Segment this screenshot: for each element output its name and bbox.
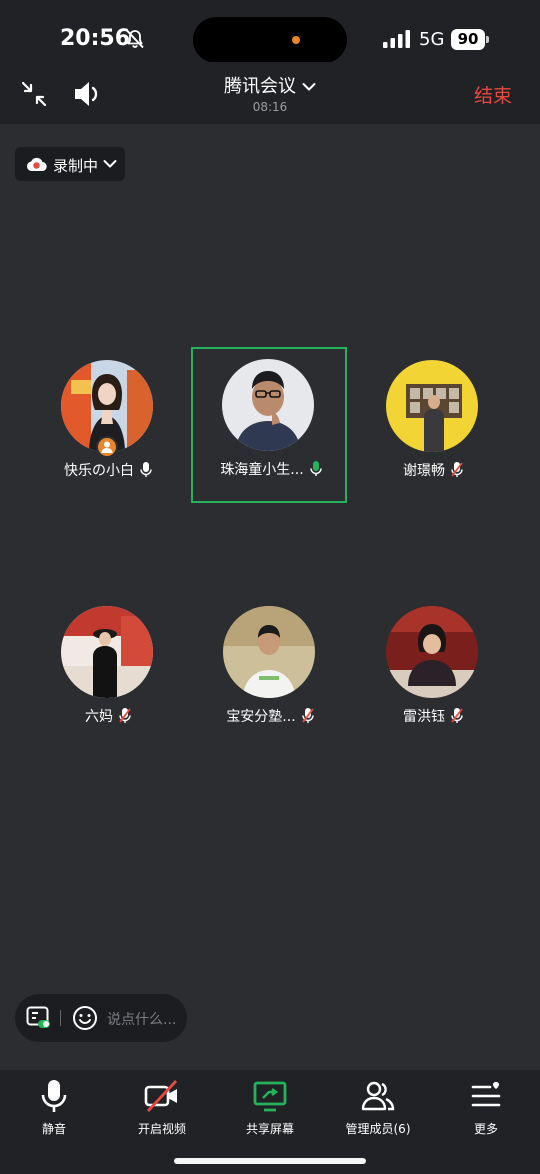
meeting-title-dropdown[interactable]: 腾讯会议 (0, 72, 540, 98)
participant-name-row: 雷洪钰 (355, 706, 511, 726)
manage-members-button[interactable]: 管理成员(6) (324, 1078, 432, 1148)
share-screen-label: 共享屏幕 (245, 1122, 294, 1136)
mute-label: 静音 (41, 1122, 66, 1136)
home-indicator[interactable] (174, 1158, 366, 1164)
participant-name-row: 珠海童小生... (193, 459, 349, 479)
share-screen-button[interactable]: 共享屏幕 (216, 1078, 324, 1148)
microphone-muted-icon (451, 708, 463, 723)
avatar (223, 606, 315, 698)
participant-name-row: 谢璟畅 (355, 460, 511, 480)
network-type: 5G (419, 29, 445, 50)
start-video-button[interactable]: 开启视频 (108, 1078, 216, 1148)
participant-name-row: 六妈 (30, 706, 186, 726)
mute-button[interactable]: 静音 (0, 1078, 108, 1148)
cloud-record-icon (26, 157, 47, 172)
share-screen-icon (253, 1081, 287, 1112)
microphone-muted-icon (119, 708, 131, 723)
participant-name: 谢璟畅 (403, 463, 445, 479)
chevron-down-icon (302, 83, 316, 91)
recording-dropdown[interactable]: 录制中 (15, 147, 125, 181)
battery-level: 90 (451, 29, 485, 50)
microphone-muted-icon (451, 462, 463, 477)
meeting-title: 腾讯会议 (224, 76, 296, 97)
status-bar: 20:56 5G 90 (0, 0, 540, 63)
bell-muted-icon (126, 29, 144, 49)
recording-label: 录制中 (53, 157, 99, 175)
participant-name: 雷洪钰 (403, 709, 445, 725)
microphone-muted-icon (301, 708, 314, 723)
participant-name-row: 宝安分塾... (192, 706, 348, 726)
start-video-label: 开启视频 (137, 1122, 186, 1136)
participant-tile[interactable]: 宝安分塾... (192, 594, 348, 750)
avatar (61, 606, 153, 698)
privacy-indicator-icon (292, 36, 300, 44)
meeting-timer: 08:16 (252, 100, 288, 114)
participant-name: 快乐の小白 (64, 463, 134, 479)
chat-placeholder[interactable]: 说点什么... (107, 1009, 176, 1029)
participant-name: 六妈 (85, 709, 113, 725)
microphone-icon (41, 1080, 67, 1112)
chat-input-bar[interactable]: 说点什么... (15, 994, 187, 1042)
participant-name: 珠海童小生... (220, 462, 304, 478)
members-icon (361, 1081, 395, 1111)
participant-tile[interactable]: 雷洪钰 (355, 594, 511, 750)
microphone-speaking-icon (309, 461, 322, 476)
participant-tile-speaking[interactable]: 珠海童小生... (191, 347, 347, 503)
chevron-down-icon (103, 160, 117, 168)
battery-icon: 90 (451, 29, 489, 50)
avatar (386, 360, 478, 452)
participant-tile[interactable]: 快乐の小白 (30, 348, 186, 504)
participant-tile[interactable]: 六妈 (30, 594, 186, 750)
cellular-signal-icon (383, 30, 410, 48)
end-meeting-button[interactable]: 结束 (474, 81, 512, 108)
host-badge-icon (96, 436, 118, 458)
video-off-icon (144, 1080, 178, 1112)
participant-tile[interactable]: 谢璟畅 (355, 348, 511, 504)
more-button[interactable]: 更多 (432, 1078, 540, 1148)
avatar (386, 606, 478, 698)
divider (60, 1010, 61, 1026)
dynamic-island (193, 17, 347, 63)
chat-list-icon[interactable] (26, 1006, 52, 1030)
more-menu-icon (471, 1082, 501, 1107)
participant-name: 宝安分塾... (226, 709, 296, 725)
avatar (222, 359, 314, 451)
status-time: 20:56 (60, 26, 131, 51)
meeting-header: 腾讯会议 08:16 结束 (0, 62, 540, 124)
participant-name-row: 快乐の小白 (30, 460, 186, 480)
manage-members-label: 管理成员(6) (345, 1122, 411, 1136)
emoji-icon[interactable] (72, 1005, 98, 1031)
microphone-icon (140, 462, 152, 477)
more-label: 更多 (473, 1122, 498, 1136)
